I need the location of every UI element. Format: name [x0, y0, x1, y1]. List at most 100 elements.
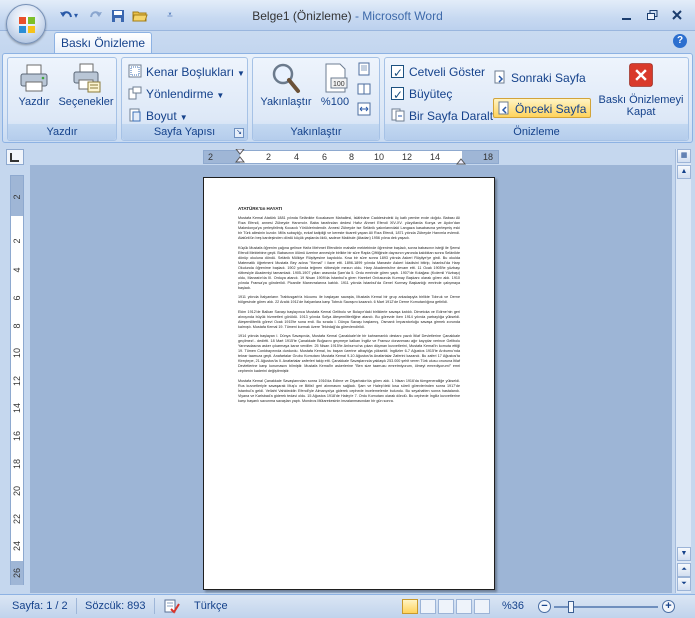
vruler-tick: 10 [12, 348, 22, 359]
orientation-icon [128, 86, 142, 100]
language[interactable]: Türkçe [194, 600, 228, 612]
vruler-tick: 16 [12, 431, 22, 442]
tab-print-preview[interactable]: Baskı Önizleme [54, 32, 152, 54]
office-logo-icon [19, 17, 35, 33]
group-page-setup: Kenar Boşlukları ▼ Yönlendirme ▼ Boyut ▼ Sa… [121, 57, 248, 141]
hruler-tick: 18 [483, 152, 494, 162]
document-area[interactable]: ATATÜRK'ün HAYATI Mustafa Kemal Atatürk … [30, 165, 672, 593]
zoom-100-icon: 100 [325, 63, 348, 93]
group-preview: Cetveli Göster Büyüteç Bir Sayfa Daralt … [384, 57, 689, 141]
zoom-out-button[interactable]: − [538, 600, 551, 613]
hruler-tick: 6 [322, 152, 328, 162]
zoom-slider-thumb[interactable] [568, 601, 574, 613]
zoom-page-buttons [357, 62, 375, 124]
vertical-scrollbar[interactable]: ▦ ▲ ▼ ⏶ ⏷ [675, 149, 691, 593]
vruler-tick: 26 [12, 568, 22, 579]
next-page-button[interactable]: Sonraki Sayfa [493, 68, 586, 88]
zoom-in-button[interactable]: + [662, 600, 675, 613]
vruler-tick: 18 [12, 459, 22, 470]
hruler-tick: 12 [402, 152, 413, 162]
view-draft-icon[interactable] [474, 599, 490, 614]
show-ruler-check-icon [391, 63, 404, 83]
shrink-page-icon [391, 108, 405, 122]
ruler-toggle-icon[interactable]: ▦ [677, 149, 691, 163]
zoom-button[interactable]: Yakınlaştır [257, 62, 315, 108]
group-zoom-label: Yakınlaştır [253, 124, 379, 140]
indent-marker-icon[interactable] [235, 149, 245, 165]
document-paragraph: Ekim 1912'de Balkan Savaşı başlayınca Mu… [238, 309, 460, 329]
zoom-100-button[interactable]: 100 %100 [315, 62, 355, 108]
previous-page-label: Önceki Sayfa [515, 102, 587, 116]
document-title: Belge1 (Önizleme) [252, 9, 352, 23]
one-page-icon[interactable] [357, 62, 371, 76]
status-separator [154, 598, 155, 614]
group-print-label: Yazdır [8, 124, 116, 140]
close-preview-label-line2: Kapat [626, 106, 656, 118]
orientation-button[interactable]: Yönlendirme ▼ [128, 84, 224, 104]
shrink-label: Bir Sayfa Daralt [409, 109, 494, 123]
page-setup-dialog-launcher-icon[interactable]: ↘ [234, 128, 244, 138]
hruler-tick: 14 [430, 152, 441, 162]
size-dropdown-icon: ▼ [179, 113, 188, 122]
magnifier-checkbox[interactable]: Büyüteç [391, 84, 453, 105]
zoom-label: Yakınlaştır [260, 96, 312, 108]
vruler-tick: 24 [12, 541, 22, 552]
word-count[interactable]: Sözcük: 893 [85, 600, 146, 612]
page-width-icon[interactable] [357, 102, 371, 116]
vruler-tick: 8 [12, 323, 22, 329]
previous-page-button[interactable]: Önceki Sayfa [493, 98, 592, 118]
two-pages-icon[interactable] [357, 82, 371, 96]
margins-button[interactable]: Kenar Boşlukları ▼ [128, 62, 245, 82]
magnifier-label: Büyüteç [409, 87, 453, 101]
view-outline-icon[interactable] [456, 599, 472, 614]
print-label: Yazdır [18, 96, 50, 108]
size-button[interactable]: Boyut ▼ [128, 106, 188, 126]
horizontal-ruler[interactable]: 2 2 4 6 8 10 12 14 18 [203, 149, 499, 165]
scroll-up-icon[interactable]: ▲ [677, 165, 691, 179]
document-paragraph: 1914 yılında başlayan I. Dünya Savaşında… [238, 334, 460, 373]
printer-icon [20, 64, 48, 92]
tab-selector[interactable] [6, 149, 24, 165]
hruler-tick: 10 [374, 152, 385, 162]
show-ruler-checkbox[interactable]: Cetveli Göster [391, 62, 486, 83]
next-page-scroll-icon[interactable]: ⏷ [677, 577, 691, 591]
help-icon[interactable]: ? [673, 34, 687, 48]
scroll-down-icon[interactable]: ▼ [677, 547, 691, 561]
vruler-tick: 22 [12, 514, 22, 525]
title-separator: - [351, 9, 363, 23]
maximize-button[interactable] [641, 5, 663, 25]
proofing-icon[interactable] [162, 598, 180, 614]
app-name: Microsoft Word [362, 9, 443, 23]
options-button[interactable]: Seçenekler [56, 62, 116, 108]
page-count[interactable]: Sayfa: 1 / 2 [12, 600, 68, 612]
document-paragraph: Mustafa Kemal Çanakkale Savaşlarından so… [238, 378, 460, 403]
next-page-icon [494, 70, 505, 84]
zoom-100-label: %100 [320, 96, 350, 108]
page-size-icon [129, 108, 141, 122]
show-ruler-label: Cetveli Göster [409, 65, 486, 79]
margins-icon [128, 64, 142, 78]
vertical-ruler[interactable]: 2 2 4 6 8 10 12 14 16 18 20 22 24 26 [10, 175, 24, 585]
hruler-tick: 8 [349, 152, 355, 162]
hruler-tick: 2 [266, 152, 272, 162]
vruler-tick: 14 [12, 403, 22, 414]
view-web-layout-icon[interactable] [438, 599, 454, 614]
minimize-button[interactable] [616, 5, 638, 25]
view-full-screen-reading-icon[interactable] [420, 599, 436, 614]
shrink-one-page-button[interactable]: Bir Sayfa Daralt [391, 106, 493, 126]
view-print-layout-icon[interactable] [402, 599, 418, 614]
zoom-level[interactable]: %36 [502, 600, 524, 612]
close-preview-button[interactable]: Baskı Önizlemeyi Kapat [595, 62, 687, 118]
orientation-dropdown-icon: ▼ [216, 91, 225, 100]
office-button[interactable] [6, 4, 46, 44]
close-window-button[interactable] [666, 5, 688, 25]
margins-dropdown-icon: ▼ [237, 69, 245, 78]
zoom-slider[interactable] [554, 601, 658, 613]
vruler-tick: 2 [12, 194, 22, 200]
right-indent-marker-icon[interactable] [456, 155, 466, 165]
print-button[interactable]: Yazdır [14, 62, 54, 108]
previous-page-scroll-icon[interactable]: ⏶ [677, 563, 691, 577]
svg-text:100: 100 [333, 81, 345, 88]
options-label: Seçenekler [58, 96, 114, 108]
preview-page[interactable]: ATATÜRK'ün HAYATI Mustafa Kemal Atatürk … [203, 177, 495, 590]
